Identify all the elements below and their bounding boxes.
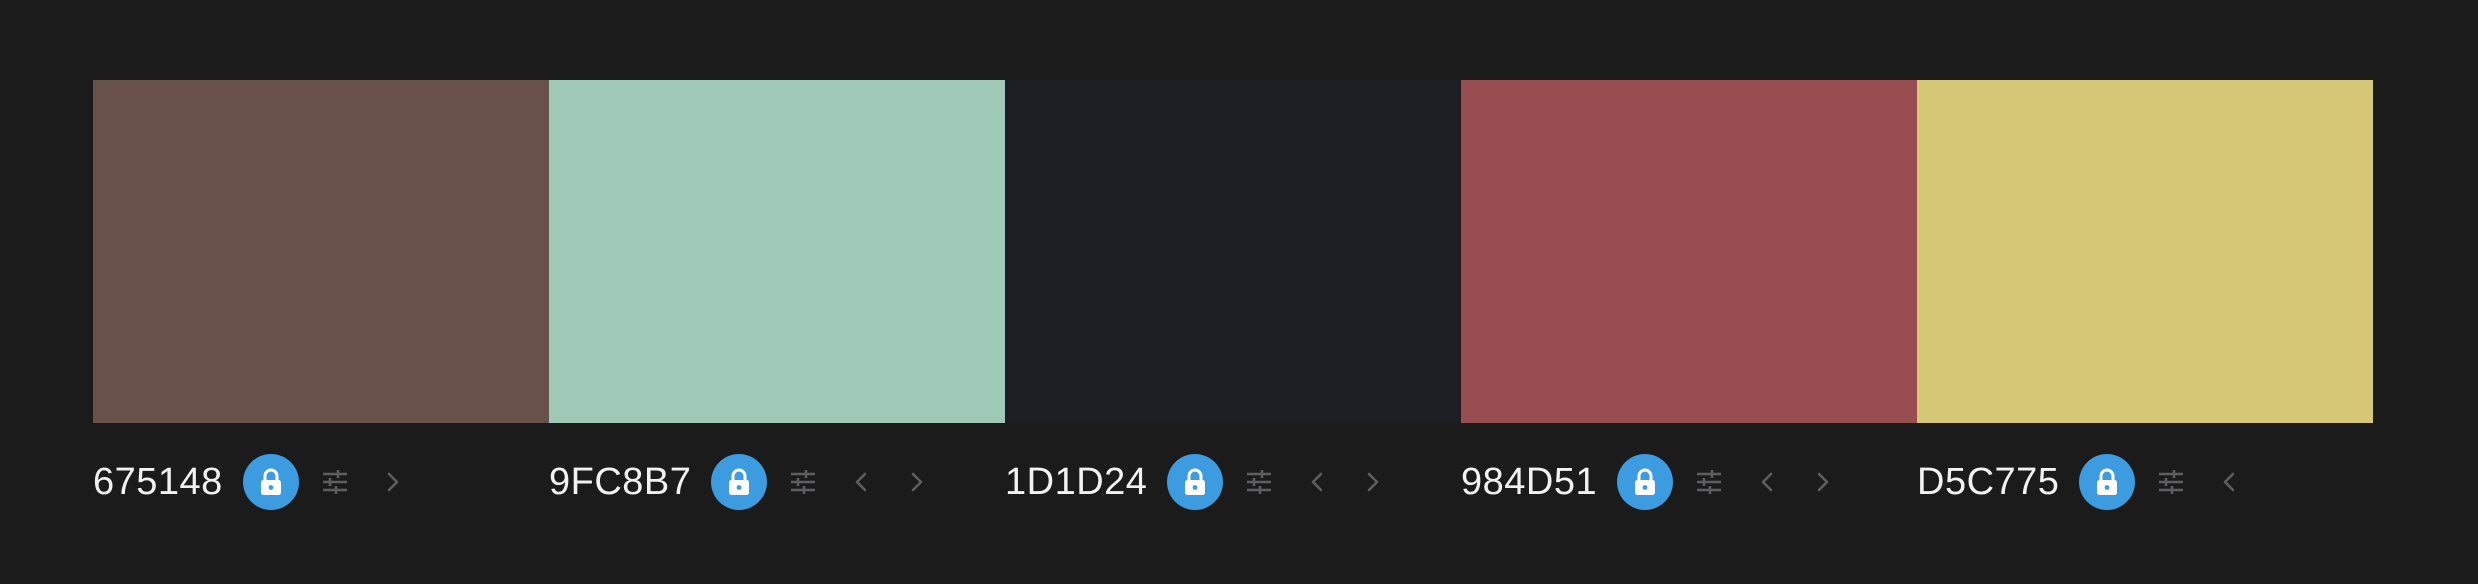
- chevron-left-icon: [2220, 471, 2238, 493]
- color-swatch[interactable]: [1917, 80, 2373, 423]
- swatch-controls: 9FC8B7: [549, 452, 1005, 512]
- hex-code-label[interactable]: 1D1D24: [1005, 461, 1147, 504]
- color-swatch[interactable]: [1461, 80, 1917, 423]
- palette-swatches: [93, 80, 2373, 423]
- adjust-color-button[interactable]: [2151, 462, 2191, 502]
- lock-icon: [258, 467, 284, 497]
- hex-code-label[interactable]: 9FC8B7: [549, 461, 691, 504]
- lock-icon: [1632, 467, 1658, 497]
- lock-icon: [726, 467, 752, 497]
- chevron-right-icon: [1814, 471, 1832, 493]
- move-left-button[interactable]: [1299, 462, 1335, 502]
- chevron-left-icon: [1758, 471, 1776, 493]
- swatch-controls: 984D51: [1461, 452, 1917, 512]
- hex-code-label[interactable]: 984D51: [1461, 461, 1597, 504]
- move-right-button[interactable]: [1355, 462, 1391, 502]
- lock-button[interactable]: [711, 454, 768, 510]
- move-right-button[interactable]: [375, 462, 411, 502]
- adjust-color-button[interactable]: [1239, 462, 1279, 502]
- swatch-controls: D5C775: [1917, 452, 2373, 512]
- swatch-controls: 1D1D24: [1005, 452, 1461, 512]
- lock-icon: [2094, 467, 2120, 497]
- lock-button[interactable]: [2079, 454, 2136, 510]
- sliders-icon: [1695, 469, 1723, 495]
- color-swatch[interactable]: [1005, 80, 1461, 423]
- lock-button[interactable]: [242, 454, 299, 510]
- move-right-button[interactable]: [899, 462, 935, 502]
- move-right-button[interactable]: [1805, 462, 1841, 502]
- lock-button[interactable]: [1167, 454, 1224, 510]
- hex-code-label[interactable]: 675148: [93, 461, 223, 504]
- sliders-icon: [789, 469, 817, 495]
- lock-button[interactable]: [1617, 454, 1674, 510]
- chevron-right-icon: [384, 471, 402, 493]
- adjust-color-button[interactable]: [1689, 462, 1729, 502]
- adjust-color-button[interactable]: [783, 462, 823, 502]
- sliders-icon: [321, 469, 349, 495]
- chevron-left-icon: [1308, 471, 1326, 493]
- swatch-controls: 675148: [93, 452, 549, 512]
- move-left-button[interactable]: [843, 462, 879, 502]
- chevron-right-icon: [1364, 471, 1382, 493]
- chevron-left-icon: [852, 471, 870, 493]
- move-left-button[interactable]: [1749, 462, 1785, 502]
- sliders-icon: [2157, 469, 2185, 495]
- hex-code-label[interactable]: D5C775: [1917, 461, 2059, 504]
- chevron-right-icon: [908, 471, 926, 493]
- move-left-button[interactable]: [2211, 462, 2247, 502]
- sliders-icon: [1245, 469, 1273, 495]
- lock-icon: [1182, 467, 1208, 497]
- palette-controls: 675148 9FC8B7 1D1D24 984D51 D5C775: [93, 452, 2373, 512]
- color-swatch[interactable]: [93, 80, 549, 423]
- adjust-color-button[interactable]: [315, 462, 355, 502]
- color-swatch[interactable]: [549, 80, 1005, 423]
